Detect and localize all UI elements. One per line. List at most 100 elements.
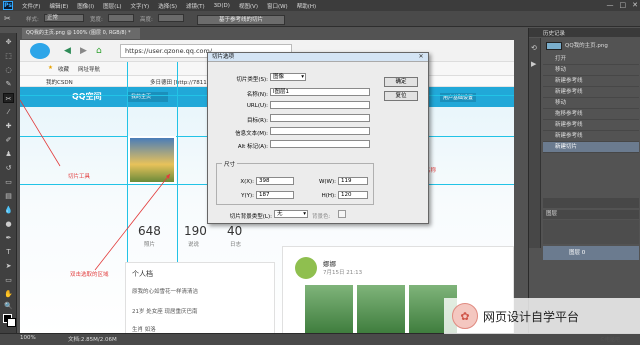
close-button[interactable]: ✕: [632, 1, 638, 9]
x-field[interactable]: 398: [256, 177, 294, 185]
height-field[interactable]: [158, 14, 184, 22]
menu-file[interactable]: 文件(F): [22, 2, 40, 10]
history-item[interactable]: 拖移参考线: [543, 109, 639, 120]
menu-help[interactable]: 帮助(H): [297, 2, 316, 10]
name-label: 名称(N):: [246, 92, 268, 98]
type-tool-icon[interactable]: T: [3, 247, 14, 257]
actions-panel-icon[interactable]: ▶: [531, 60, 536, 68]
hand-tool-icon[interactable]: ✋: [3, 289, 14, 299]
history-item-selected[interactable]: 新建切片: [543, 142, 639, 153]
menu-3d[interactable]: 3D(D): [214, 3, 230, 9]
slice-options-dialog: 切片选项 ✕ 切片类型(S): 图像 ▾ 名称(N): l图层1 URL(U):…: [207, 52, 429, 224]
watermark-text: 网页设计自学平台: [483, 309, 580, 324]
window-controls: — □ ✕: [607, 1, 639, 9]
menu-filter[interactable]: 滤镜(T): [186, 2, 205, 10]
layers-options: [543, 220, 639, 244]
menu-select[interactable]: 选择(S): [158, 2, 177, 10]
blur-tool-icon[interactable]: 💧: [3, 205, 14, 215]
menu-edit[interactable]: 编辑(E): [49, 2, 68, 10]
url-field[interactable]: [270, 101, 370, 109]
menu-type[interactable]: 文字(Y): [131, 2, 150, 10]
menu-image[interactable]: 图像(I): [77, 2, 94, 10]
maximize-button[interactable]: □: [620, 1, 627, 9]
marquee-tool-icon[interactable]: ⬚: [3, 51, 14, 61]
zoom-level[interactable]: 100%: [20, 335, 36, 341]
dodge-tool-icon[interactable]: ●: [3, 219, 14, 229]
history-item[interactable]: 新建参考线: [543, 131, 639, 142]
tools-panel: ✥ ⬚ ◌ ✎ ✂ ⁄ ✚ ✐ ♟ ↺ ▭ ▤ 💧 ● ✒ T ➤ ▭ ✋ 🔍: [0, 33, 17, 333]
eyedropper-tool-icon[interactable]: ⁄: [3, 107, 14, 117]
shape-tool-icon[interactable]: ▭: [3, 275, 14, 285]
history-tab[interactable]: 历史记录: [543, 29, 639, 37]
history-panel-icon[interactable]: ⟲: [531, 44, 537, 52]
history-item[interactable]: 移动: [543, 65, 639, 76]
history-item[interactable]: 新建参考线: [543, 120, 639, 131]
history-item[interactable]: 移动: [543, 98, 639, 109]
slice-tool-icon[interactable]: ✂: [3, 93, 14, 103]
photoshop-logo: Ps: [3, 1, 13, 10]
target-label: 目标(R):: [247, 118, 268, 124]
dialog-title: 切片选项: [208, 53, 428, 62]
reset-button[interactable]: 复位: [384, 91, 418, 101]
width-field[interactable]: [108, 14, 134, 22]
url-label: URL(U):: [246, 103, 268, 109]
menu-bar: Ps 文件(F) 编辑(E) 图像(I) 图层(L) 文字(Y) 选择(S) 滤…: [0, 0, 640, 11]
layers-tab[interactable]: 图层: [543, 210, 639, 219]
dialog-close-icon[interactable]: ✕: [416, 53, 426, 61]
history-item[interactable]: 新建参考线: [543, 87, 639, 98]
move-tool-icon[interactable]: ✥: [3, 37, 14, 47]
ok-button[interactable]: 确定: [384, 77, 418, 87]
y-field[interactable]: 187: [256, 191, 294, 199]
background-color-swatch[interactable]: [7, 318, 16, 327]
quick-select-tool-icon[interactable]: ✎: [3, 79, 14, 89]
w-label: W(W):: [318, 179, 336, 185]
background-type-select[interactable]: 无 ▾: [274, 210, 308, 218]
background-type-label: 切片背景类型(L):: [229, 214, 272, 220]
history-brush-icon[interactable]: ↺: [3, 163, 14, 173]
gradient-tool-icon[interactable]: ▤: [3, 191, 14, 201]
message-text-field[interactable]: [270, 127, 370, 135]
brush-tool-icon[interactable]: ✐: [3, 135, 14, 145]
stamp-tool-icon[interactable]: ♟: [3, 149, 14, 159]
eraser-tool-icon[interactable]: ▭: [3, 177, 14, 187]
annotation-double-click: 双击选取的区域: [70, 272, 109, 278]
healing-tool-icon[interactable]: ✚: [3, 121, 14, 131]
layer-row[interactable]: 图层 0: [543, 246, 639, 260]
y-label: Y(Y):: [241, 193, 254, 199]
background-color-label: 背景色:: [312, 214, 331, 220]
slices-from-guides-button[interactable]: 基于参考线的切片: [197, 15, 285, 25]
style-label: 样式:: [26, 17, 39, 23]
watermark-logo-icon: ✿: [452, 303, 478, 329]
style-select[interactable]: 正常: [44, 14, 84, 22]
menu-view[interactable]: 视图(V): [239, 2, 258, 10]
menu-layer[interactable]: 图层(L): [103, 2, 121, 10]
document-size: 文档:2.85M/2.06M: [68, 337, 117, 343]
h-label: H(H):: [321, 193, 336, 199]
history-item[interactable]: 新建参考线: [543, 76, 639, 87]
path-select-tool-icon[interactable]: ➤: [3, 261, 14, 271]
lasso-tool-icon[interactable]: ◌: [3, 65, 14, 75]
background-color-swatch[interactable]: [338, 210, 346, 218]
alt-tag-label: Alt 标记(A):: [237, 144, 268, 150]
target-field[interactable]: [270, 114, 370, 122]
history-snapshot[interactable]: QQ我的主页.png: [543, 40, 639, 52]
panel-icon-strip: ⟲ ▶: [529, 38, 541, 248]
slice-type-label: 切片类型(S):: [236, 77, 268, 83]
menu-window[interactable]: 窗口(W): [267, 2, 288, 10]
alt-tag-field[interactable]: [270, 140, 370, 148]
height-label: 高度:: [140, 17, 153, 23]
h-field[interactable]: 120: [338, 191, 368, 199]
minimize-button[interactable]: —: [607, 1, 614, 9]
w-field[interactable]: 119: [338, 177, 368, 185]
name-field[interactable]: l图层1: [270, 88, 370, 96]
zoom-tool-icon[interactable]: 🔍: [3, 301, 14, 311]
watermark: ✿ 网页设计自学平台: [444, 298, 640, 334]
pen-tool-icon[interactable]: ✒: [3, 233, 14, 243]
annotation-slice-tool: 切片工具: [68, 174, 91, 180]
history-item[interactable]: 打开: [543, 54, 639, 65]
slice-type-select[interactable]: 图像 ▾: [270, 73, 306, 81]
history-footer: [543, 198, 639, 208]
document-tab[interactable]: QQ我的主页.png @ 100% (图层 0, RGB/8) *: [22, 28, 140, 39]
slice-tool-preset-icon[interactable]: ✂: [4, 14, 16, 23]
dimensions-label: 尺寸: [222, 160, 238, 168]
